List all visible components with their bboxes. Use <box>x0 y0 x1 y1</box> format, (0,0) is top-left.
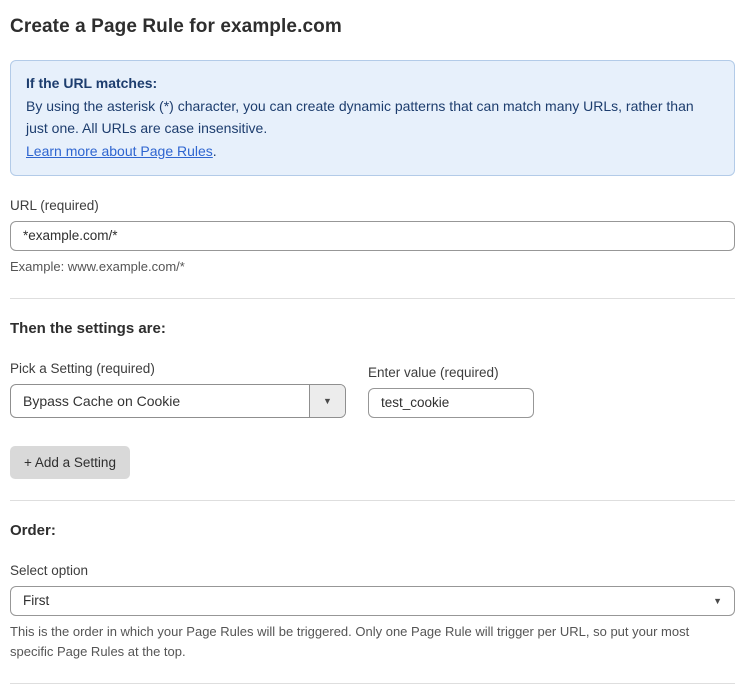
divider <box>10 683 735 684</box>
setting-select-column: Pick a Setting (required) Bypass Cache o… <box>10 361 346 418</box>
chevron-down-icon: ▼ <box>713 596 722 606</box>
divider <box>10 298 735 299</box>
setting-select-arrow-button[interactable]: ▼ <box>309 385 345 417</box>
link-suffix: . <box>213 143 217 159</box>
settings-heading: Then the settings are: <box>10 320 735 337</box>
setting-value-input[interactable] <box>368 388 534 418</box>
order-select[interactable]: First ▼ <box>10 586 735 616</box>
divider <box>10 500 735 501</box>
setting-select-label: Pick a Setting (required) <box>10 361 346 376</box>
settings-row: Pick a Setting (required) Bypass Cache o… <box>10 361 735 418</box>
setting-select[interactable]: Bypass Cache on Cookie ▼ <box>10 384 346 418</box>
setting-value-column: Enter value (required) <box>368 365 534 418</box>
order-helper: This is the order in which your Page Rul… <box>10 622 735 662</box>
learn-more-link[interactable]: Learn more about Page Rules <box>26 143 213 159</box>
add-setting-button[interactable]: + Add a Setting <box>10 446 130 479</box>
info-box-link-line: Learn more about Page Rules. <box>26 140 719 163</box>
url-helper: Example: www.example.com/* <box>10 257 735 277</box>
value-input-label: Enter value (required) <box>368 365 534 380</box>
page-rule-form: Create a Page Rule for example.com If th… <box>0 0 750 688</box>
order-select-label: Select option <box>10 563 735 578</box>
url-label: URL (required) <box>10 198 735 213</box>
info-box-body: By using the asterisk (*) character, you… <box>26 95 719 140</box>
url-input[interactable] <box>10 221 735 251</box>
page-title: Create a Page Rule for example.com <box>10 16 735 38</box>
url-match-info-box: If the URL matches: By using the asteris… <box>10 60 735 176</box>
info-box-heading: If the URL matches: <box>26 72 719 95</box>
setting-select-value: Bypass Cache on Cookie <box>11 385 309 417</box>
chevron-down-icon: ▼ <box>323 396 332 406</box>
order-select-value: First <box>23 593 49 608</box>
order-heading: Order: <box>10 522 735 539</box>
